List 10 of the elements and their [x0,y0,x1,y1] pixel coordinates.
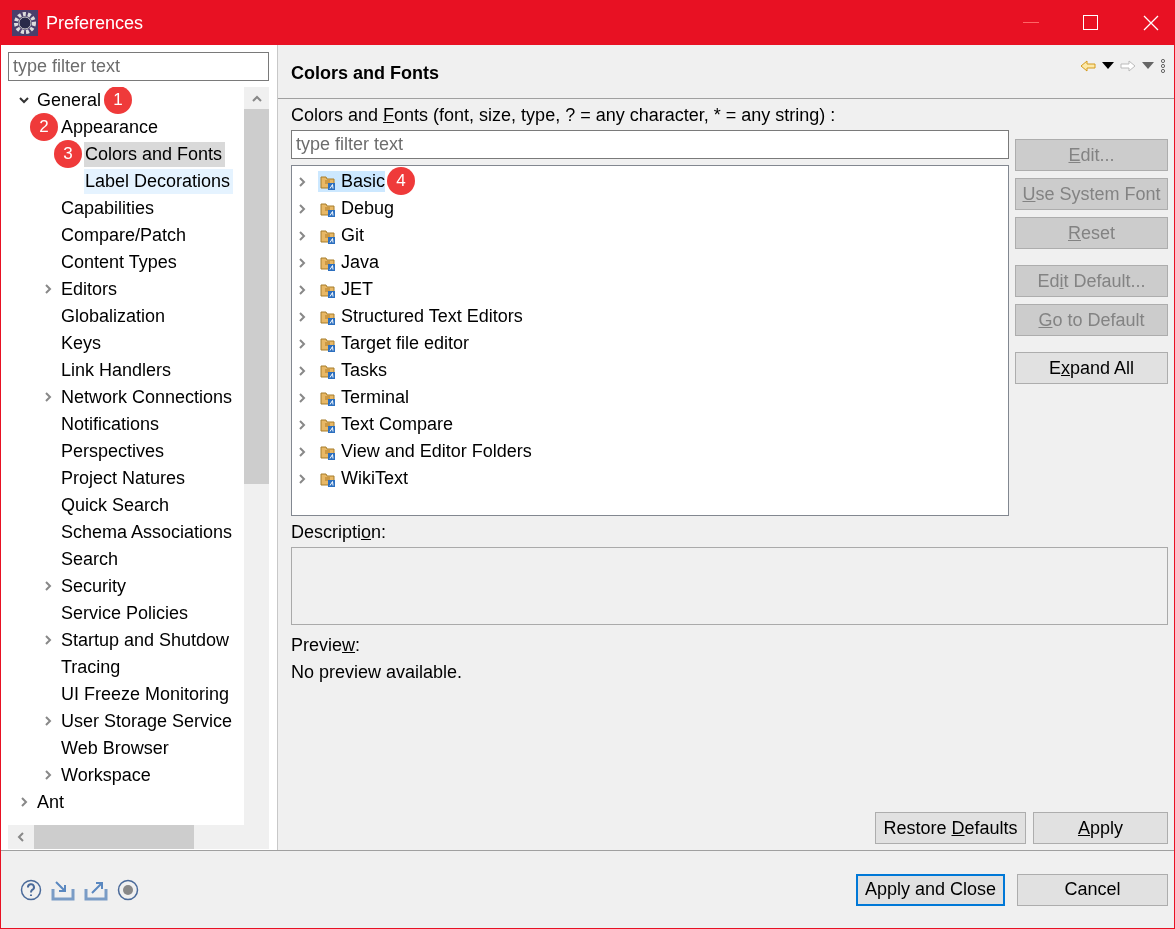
preview-label: Preview: [291,635,362,656]
number-badge: 4 [387,166,415,195]
number-badge: 1 [104,87,133,114]
filter-label: Colors and Fonts (font, size, type, ? = any character, * = any string) : [291,105,837,126]
number-badge: 3 [54,140,82,168]
number-badge: 2 [30,113,58,141]
preview-text: No preview available. [291,662,464,683]
description-label: Description: [291,522,388,543]
window-title: Preferences [46,12,145,34]
page-title: Colors and Fonts [291,63,439,84]
